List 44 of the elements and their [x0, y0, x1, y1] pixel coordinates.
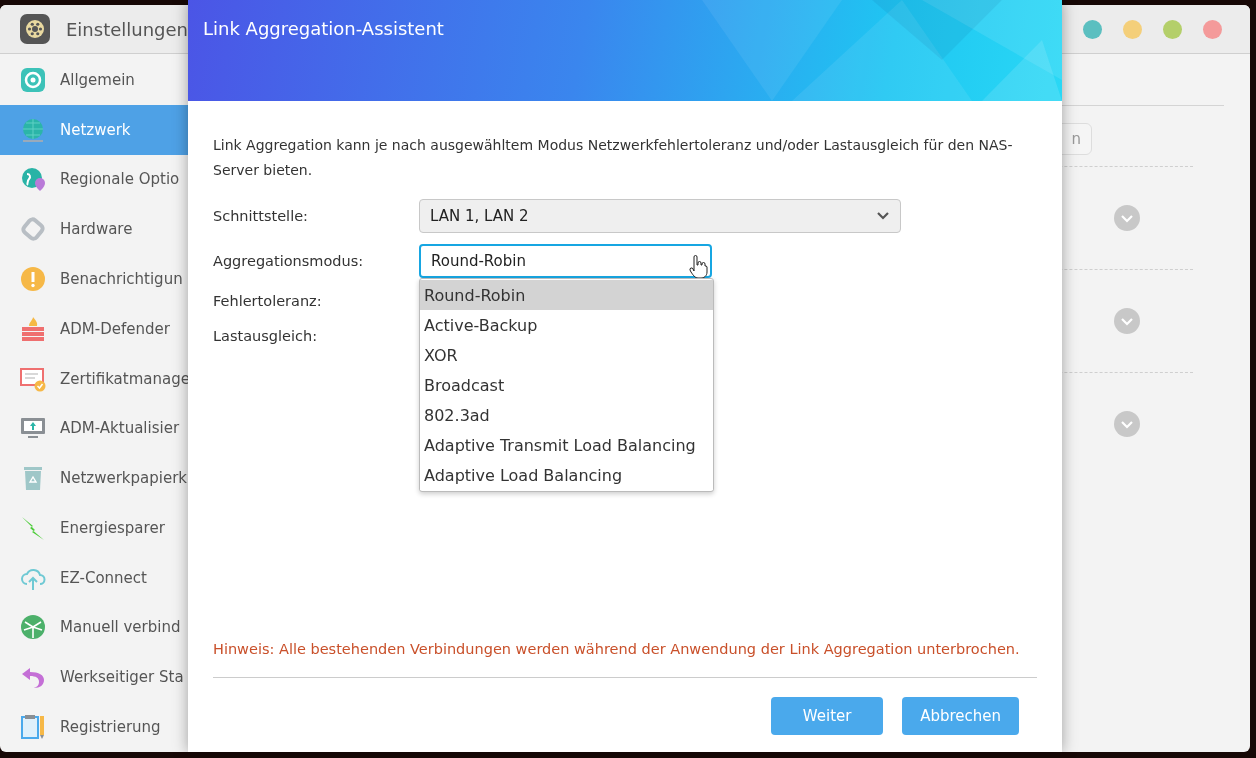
- sidebar-item[interactable]: ADM-Defender: [0, 303, 188, 354]
- dropdown-option[interactable]: Round-Robin: [420, 280, 713, 310]
- sidebar-item[interactable]: Regionale Optio: [0, 154, 188, 205]
- close-icon[interactable]: [1203, 19, 1222, 39]
- caret-icon: [876, 210, 890, 221]
- network-globe-icon: [20, 614, 46, 641]
- notepad-pencil-icon: [20, 714, 46, 741]
- dropdown-option[interactable]: Adaptive Transmit Load Balancing: [420, 430, 713, 460]
- sidebar-item[interactable]: Energiesparer: [0, 503, 188, 553]
- dropdown-option[interactable]: 802.3ad: [420, 400, 713, 430]
- field-label: Schnittstelle:: [213, 207, 309, 224]
- certificate-icon: [20, 365, 46, 392]
- dialog-title: Link Aggregation-Assistent: [203, 18, 444, 39]
- sidebar-item[interactable]: Allgemein: [0, 55, 188, 105]
- expand-icon[interactable]: [1114, 411, 1140, 437]
- sidebar-item[interactable]: Werkseitiger Sta: [0, 652, 188, 703]
- field-label: Aggregationsmodus:: [213, 252, 365, 269]
- restore-icon[interactable]: [1163, 19, 1182, 39]
- sidebar-item[interactable]: Hardware: [0, 204, 188, 255]
- dropdown-option[interactable]: Active-Backup: [420, 310, 713, 340]
- maximize-icon[interactable]: [1123, 19, 1142, 39]
- dropdown-field[interactable]: Round-Robin: [419, 243, 712, 278]
- expand-icon[interactable]: [1114, 308, 1140, 334]
- sidebar-item[interactable]: Benachrichtigun: [0, 254, 188, 304]
- globe-pin-icon: [20, 166, 46, 193]
- globe-icon: [20, 116, 46, 143]
- sidebar-item[interactable]: Registrierung: [0, 702, 188, 752]
- firewall-icon: [20, 315, 46, 342]
- dropdown-option[interactable]: Adaptive Load Balancing: [420, 460, 713, 490]
- exclamation-icon: [20, 266, 46, 292]
- sidebar-item[interactable]: Manuell verbind: [0, 602, 188, 653]
- expand-icon[interactable]: [1114, 205, 1140, 231]
- notice-text: Hinweis: Alle bestehenden Verbindungen werden während der Anwendung der Link Aggregation unterbrochen.: [213, 641, 1037, 678]
- dropdown-option[interactable]: XOR: [420, 340, 713, 370]
- dropdown-option[interactable]: Broadcast: [420, 370, 713, 400]
- sidebar-item[interactable]: Netzwerkpapierk: [0, 453, 188, 504]
- sidebar-item[interactable]: ADM-Aktualisier: [0, 403, 188, 454]
- description-text: Link Aggregation kann je nach ausgewähltem Modus Netzwerkfehlertoleranz und/oder Lastausgleich für den NAS-Server bieten.: [213, 136, 1014, 180]
- field-label: Lastausgleich:: [213, 327, 319, 344]
- gear-icon: [20, 14, 50, 44]
- sidebar-item[interactable]: EZ-Connect: [0, 552, 188, 603]
- minimize-icon[interactable]: [1083, 19, 1102, 39]
- window-title: Einstellungen: [66, 18, 189, 40]
- field-label: Fehlertoleranz:: [213, 292, 323, 309]
